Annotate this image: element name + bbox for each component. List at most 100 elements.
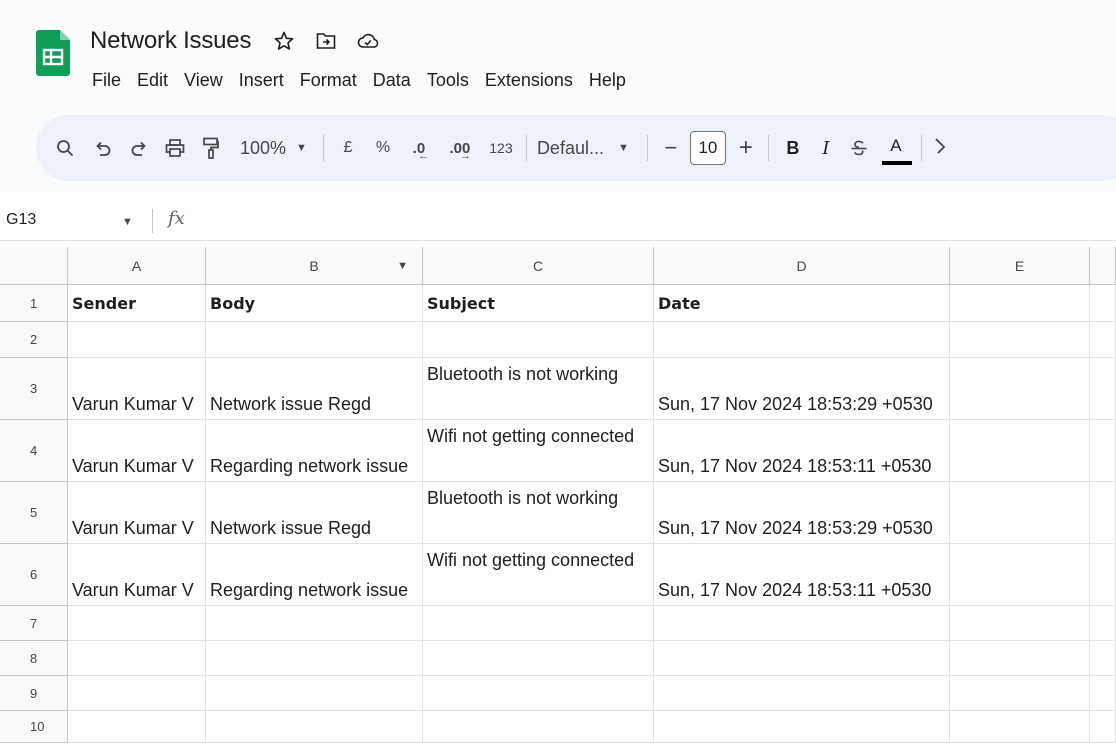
cell-b4[interactable]: Regarding network issue <box>206 420 423 482</box>
cell-c7[interactable] <box>423 606 654 641</box>
cell-b3[interactable]: Network issue Regd <box>206 358 423 420</box>
cell-a2[interactable] <box>68 322 206 358</box>
cell-c10[interactable] <box>423 711 654 743</box>
cell-e8[interactable] <box>950 641 1090 676</box>
cell-e5[interactable] <box>950 482 1090 544</box>
column-header-a[interactable]: A <box>68 247 206 285</box>
more-formats-button[interactable]: 123 <box>486 128 516 168</box>
cell-a3[interactable]: Varun Kumar V <box>68 358 206 420</box>
cell-f2[interactable] <box>1090 322 1116 358</box>
cell-b9[interactable] <box>206 676 423 711</box>
cell-a5[interactable]: Varun Kumar V <box>68 482 206 544</box>
cell-d10[interactable] <box>654 711 950 743</box>
cell-d2[interactable] <box>654 322 950 358</box>
cell-b5[interactable]: Network issue Regd <box>206 482 423 544</box>
cell-b8[interactable] <box>206 641 423 676</box>
row-header[interactable]: 6 <box>0 544 68 606</box>
move-to-folder-icon[interactable] <box>315 30 337 52</box>
cell-e6[interactable] <box>950 544 1090 606</box>
cell-d4[interactable]: Sun, 17 Nov 2024 18:53:11 +0530 <box>654 420 950 482</box>
column-header-e[interactable]: E <box>950 247 1090 285</box>
decrease-decimal-button[interactable]: .0 ← <box>402 128 436 168</box>
menu-data[interactable]: Data <box>373 70 411 91</box>
cell-f1[interactable] <box>1090 285 1116 322</box>
cell-b2[interactable] <box>206 322 423 358</box>
column-header-d[interactable]: D <box>654 247 950 285</box>
cell-c3[interactable]: Bluetooth is not working <box>423 358 654 420</box>
column-header-c[interactable]: C <box>423 247 654 285</box>
cell-d9[interactable] <box>654 676 950 711</box>
cell-d3[interactable]: Sun, 17 Nov 2024 18:53:29 +0530 <box>654 358 950 420</box>
row-header[interactable]: 1 <box>0 285 68 322</box>
font-size-input[interactable]: 10 <box>689 131 726 165</box>
sheets-logo-icon[interactable] <box>36 30 70 76</box>
cell-d7[interactable] <box>654 606 950 641</box>
cell-d5[interactable]: Sun, 17 Nov 2024 18:53:29 +0530 <box>654 482 950 544</box>
menu-extensions[interactable]: Extensions <box>485 70 573 91</box>
cell-e3[interactable] <box>950 358 1090 420</box>
chevron-down-icon[interactable]: ▼ <box>122 216 133 228</box>
decrease-font-size-button[interactable]: − <box>658 128 684 168</box>
currency-format-button[interactable]: £ <box>334 128 362 168</box>
row-header[interactable]: 4 <box>0 420 68 482</box>
menu-help[interactable]: Help <box>589 70 626 91</box>
cell-a7[interactable] <box>68 606 206 641</box>
row-header[interactable]: 3 <box>0 358 68 420</box>
cell-f10[interactable] <box>1090 711 1116 743</box>
cell-e9[interactable] <box>950 676 1090 711</box>
cell-b1[interactable]: Body <box>206 285 423 322</box>
cell-e10[interactable] <box>950 711 1090 743</box>
cell-d1[interactable]: Date <box>654 285 950 322</box>
zoom-select[interactable]: 100% ▼ <box>240 128 307 168</box>
menu-format[interactable]: Format <box>300 70 357 91</box>
column-header-b[interactable]: B ▼ <box>206 247 423 285</box>
filter-dropdown-icon[interactable]: ▼ <box>397 260 408 272</box>
select-all-corner[interactable] <box>0 247 68 285</box>
cell-f8[interactable] <box>1090 641 1116 676</box>
cell-f6[interactable] <box>1090 544 1116 606</box>
percent-format-button[interactable]: % <box>370 128 396 168</box>
search-menus-icon[interactable] <box>50 128 80 168</box>
italic-button[interactable]: I <box>813 128 839 168</box>
row-header[interactable]: 9 <box>0 676 68 711</box>
cell-f5[interactable] <box>1090 482 1116 544</box>
fill-color-icon[interactable] <box>932 128 946 168</box>
cell-e4[interactable] <box>950 420 1090 482</box>
cell-c9[interactable] <box>423 676 654 711</box>
cell-f3[interactable] <box>1090 358 1116 420</box>
menu-insert[interactable]: Insert <box>239 70 284 91</box>
cell-e1[interactable] <box>950 285 1090 322</box>
row-header[interactable]: 2 <box>0 322 68 358</box>
cloud-status-icon[interactable] <box>357 30 379 52</box>
cell-a4[interactable]: Varun Kumar V <box>68 420 206 482</box>
cell-d6[interactable]: Sun, 17 Nov 2024 18:53:11 +0530 <box>654 544 950 606</box>
menu-view[interactable]: View <box>184 70 223 91</box>
cell-d8[interactable] <box>654 641 950 676</box>
cell-c4[interactable]: Wifi not getting connected <box>423 420 654 482</box>
increase-font-size-button[interactable]: + <box>734 128 758 168</box>
row-header[interactable]: 8 <box>0 641 68 676</box>
cell-a8[interactable] <box>68 641 206 676</box>
menu-file[interactable]: File <box>92 70 121 91</box>
redo-icon[interactable] <box>124 128 154 168</box>
star-icon[interactable] <box>273 30 295 52</box>
cell-b7[interactable] <box>206 606 423 641</box>
cell-f9[interactable] <box>1090 676 1116 711</box>
cell-a10[interactable] <box>68 711 206 743</box>
increase-decimal-button[interactable]: .00 → <box>442 128 478 168</box>
print-icon[interactable] <box>160 128 190 168</box>
bold-button[interactable]: B <box>779 128 807 168</box>
cell-c1[interactable]: Subject <box>423 285 654 322</box>
cell-a6[interactable]: Varun Kumar V <box>68 544 206 606</box>
paint-format-icon[interactable] <box>196 128 226 168</box>
font-family-select[interactable]: Defaul... ▼ <box>537 128 629 168</box>
row-header[interactable]: 5 <box>0 482 68 544</box>
cell-e2[interactable] <box>950 322 1090 358</box>
row-header[interactable]: 10 <box>0 711 68 743</box>
cell-f4[interactable] <box>1090 420 1116 482</box>
strikethrough-icon[interactable] <box>845 128 873 168</box>
text-color-button[interactable]: A <box>881 128 912 168</box>
cell-b6[interactable]: Regarding network issue <box>206 544 423 606</box>
cell-c8[interactable] <box>423 641 654 676</box>
menu-edit[interactable]: Edit <box>137 70 168 91</box>
